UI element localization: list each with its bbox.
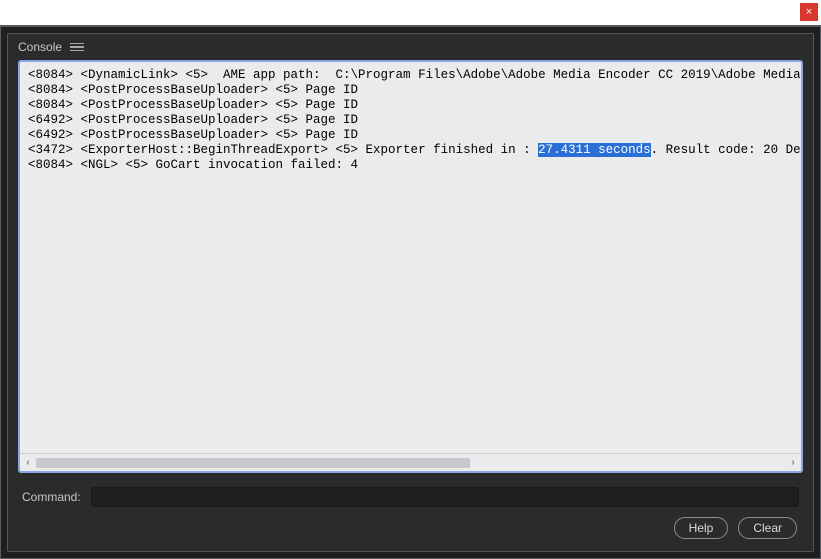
command-input[interactable] — [91, 487, 799, 507]
log-line: <6492> <PostProcessBaseUploader> <5> Pag… — [28, 128, 793, 143]
close-button[interactable]: × — [800, 3, 818, 21]
console-panel: Console <8084> <DynamicLink> <5> AME app… — [7, 33, 814, 552]
command-label: Command: — [22, 490, 81, 504]
highlighted-text: 27.4311 seconds — [538, 143, 651, 157]
title-bar: × — [0, 0, 821, 26]
log-line: <3472> <ExporterHost::BeginThreadExport>… — [28, 143, 793, 158]
log-line: <6492> <PostProcessBaseUploader> <5> Pag… — [28, 113, 793, 128]
console-output[interactable]: <8084> <DynamicLink> <5> AME app path: C… — [18, 60, 803, 473]
scroll-track[interactable] — [36, 458, 785, 468]
panel-title: Console — [18, 40, 62, 54]
horizontal-scrollbar[interactable]: ‹ › — [20, 453, 801, 471]
scroll-left-arrow[interactable]: ‹ — [20, 457, 36, 468]
command-row: Command: — [8, 481, 813, 507]
console-text: <8084> <DynamicLink> <5> AME app path: C… — [20, 62, 801, 453]
log-line: <8084> <PostProcessBaseUploader> <5> Pag… — [28, 83, 793, 98]
log-line: <8084> <PostProcessBaseUploader> <5> Pag… — [28, 98, 793, 113]
app-frame: Console <8084> <DynamicLink> <5> AME app… — [0, 26, 821, 559]
clear-button[interactable]: Clear — [738, 517, 797, 539]
help-button[interactable]: Help — [674, 517, 729, 539]
hamburger-icon[interactable] — [70, 43, 84, 52]
scroll-right-arrow[interactable]: › — [785, 457, 801, 468]
log-line: <8084> <DynamicLink> <5> AME app path: C… — [28, 68, 793, 83]
button-row: Help Clear — [8, 507, 813, 551]
log-line: <8084> <NGL> <5> GoCart invocation faile… — [28, 158, 793, 173]
panel-header: Console — [8, 34, 813, 60]
scroll-thumb[interactable] — [36, 458, 470, 468]
